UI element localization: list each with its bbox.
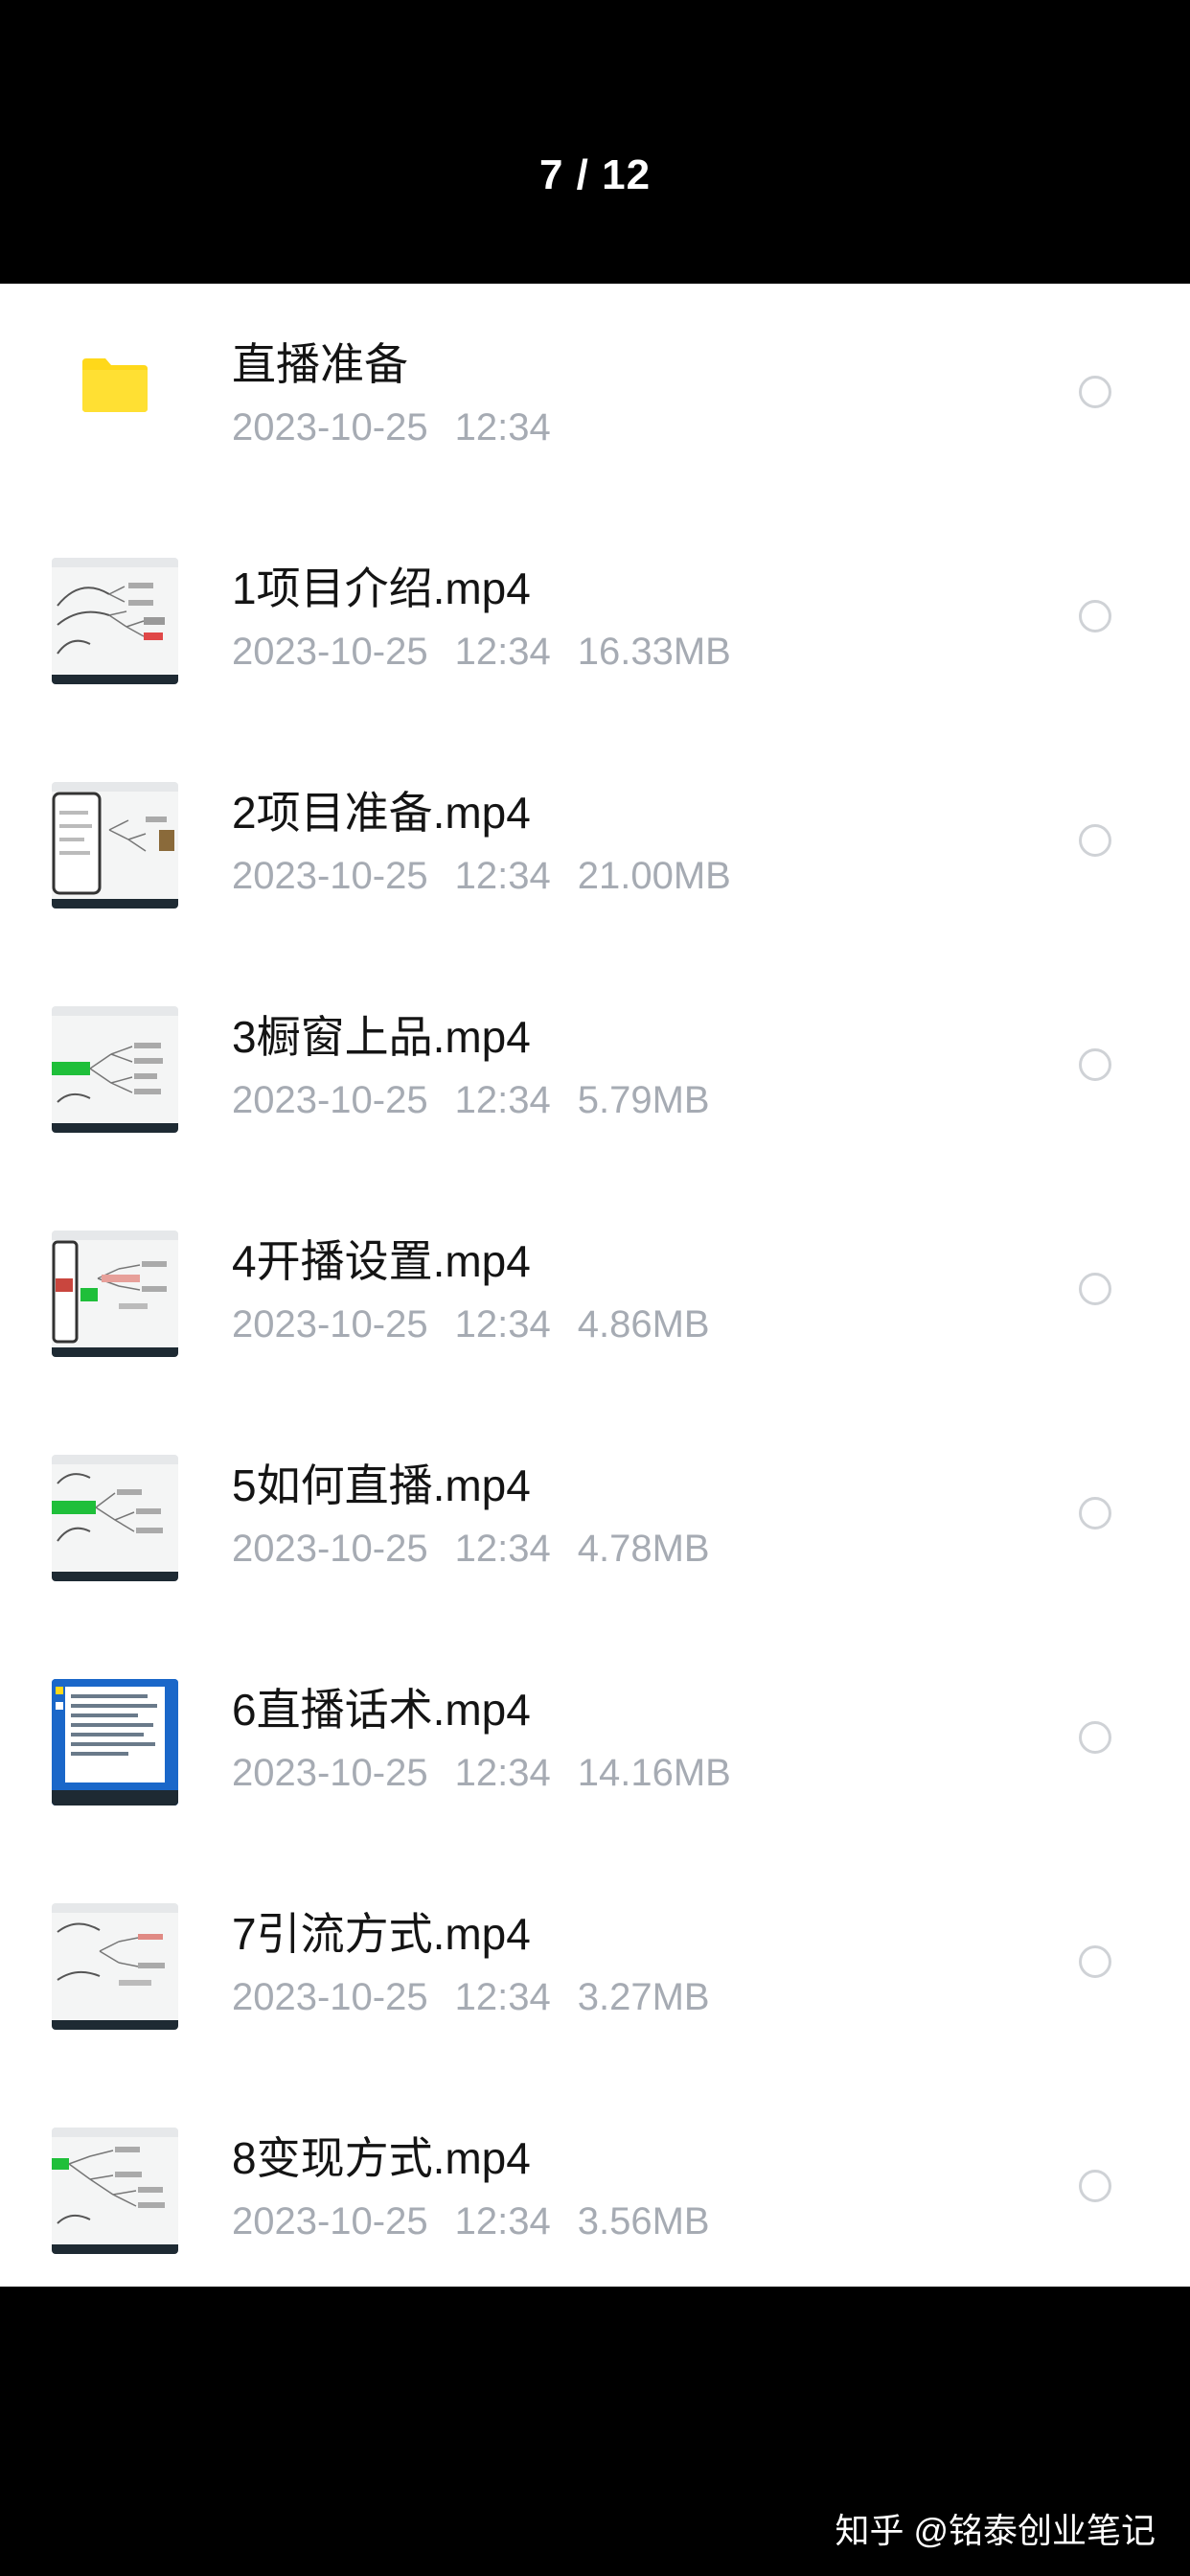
video-thumbnail xyxy=(52,782,178,908)
file-meta: 2023-10-25 12:34 16.33MB xyxy=(232,631,731,674)
list-item-video[interactable]: 6直播话术.mp4 2023-10-25 12:34 14.16MB xyxy=(0,1629,1190,1853)
file-time: 12:34 xyxy=(454,2200,551,2242)
file-size: 16.33MB xyxy=(577,631,731,673)
file-size: 5.79MB xyxy=(577,1079,710,1121)
file-size: 14.16MB xyxy=(577,1752,731,1794)
file-time: 12:34 xyxy=(454,1528,551,1570)
file-date: 2023-10-25 xyxy=(232,406,428,448)
file-time: 12:34 xyxy=(454,631,551,673)
file-date: 2023-10-25 xyxy=(232,631,428,673)
file-date: 2023-10-25 xyxy=(232,855,428,897)
list-item-video[interactable]: 2项目准备.mp4 2023-10-25 12:34 21.00MB xyxy=(0,732,1190,956)
file-size: 3.27MB xyxy=(577,1976,710,2018)
file-time: 12:34 xyxy=(454,1752,551,1794)
file-meta: 2023-10-25 12:34 xyxy=(232,406,551,449)
file-name: 直播准备 xyxy=(232,339,408,389)
file-meta: 2023-10-25 12:34 4.78MB xyxy=(232,1528,710,1571)
page-counter: 7 / 12 xyxy=(538,151,652,198)
file-meta: 2023-10-25 12:34 14.16MB xyxy=(232,1752,731,1795)
file-date: 2023-10-25 xyxy=(232,1752,428,1794)
file-size: 3.56MB xyxy=(577,2200,710,2242)
select-radio[interactable] xyxy=(1079,1945,1111,1978)
file-list: 直播准备 2023-10-25 12:34 1项目介绍.mp4 2023-10-… xyxy=(0,284,1190,2287)
file-meta: 2023-10-25 12:34 4.86MB xyxy=(232,1303,710,1346)
file-name: 6直播话术.mp4 xyxy=(232,1685,531,1735)
top-bar: 7 / 12 xyxy=(0,0,1190,284)
file-name: 7引流方式.mp4 xyxy=(232,1909,531,1959)
file-date: 2023-10-25 xyxy=(232,1303,428,1346)
file-meta: 2023-10-25 12:34 21.00MB xyxy=(232,855,731,898)
file-name: 3橱窗上品.mp4 xyxy=(232,1012,531,1062)
list-item-video[interactable]: 4开播设置.mp4 2023-10-25 12:34 4.86MB xyxy=(0,1181,1190,1405)
file-date: 2023-10-25 xyxy=(232,1079,428,1121)
file-meta: 2023-10-25 12:34 3.27MB xyxy=(232,1976,710,2019)
video-thumbnail xyxy=(52,1903,178,2030)
file-time: 12:34 xyxy=(454,1303,551,1346)
select-radio[interactable] xyxy=(1079,376,1111,408)
list-item-video[interactable]: 1项目介绍.mp4 2023-10-25 12:34 16.33MB xyxy=(0,508,1190,732)
file-name: 2项目准备.mp4 xyxy=(232,788,531,838)
file-size: 4.78MB xyxy=(577,1528,710,1570)
file-date: 2023-10-25 xyxy=(232,2200,428,2242)
file-time: 12:34 xyxy=(454,855,551,897)
list-item-folder[interactable]: 直播准备 2023-10-25 12:34 xyxy=(0,284,1190,508)
file-date: 2023-10-25 xyxy=(232,1976,428,2018)
file-size: 4.86MB xyxy=(577,1303,710,1346)
video-thumbnail xyxy=(52,2128,178,2254)
folder-icon xyxy=(79,356,151,414)
file-name: 5如何直播.mp4 xyxy=(232,1460,531,1510)
video-thumbnail xyxy=(52,1230,178,1357)
file-meta: 2023-10-25 12:34 3.56MB xyxy=(232,2200,710,2243)
file-date: 2023-10-25 xyxy=(232,1528,428,1570)
file-name: 4开播设置.mp4 xyxy=(232,1236,531,1286)
file-picker-screen: 7 / 12 直播准备 2023-10-25 12:34 1项目介绍.mp4 2… xyxy=(0,0,1190,2576)
video-thumbnail xyxy=(52,1455,178,1581)
video-thumbnail xyxy=(52,1006,178,1133)
video-thumbnail xyxy=(52,1679,178,1806)
file-size: 21.00MB xyxy=(577,855,731,897)
select-radio[interactable] xyxy=(1079,1273,1111,1305)
select-radio[interactable] xyxy=(1079,824,1111,857)
file-name: 8变现方式.mp4 xyxy=(232,2133,531,2183)
select-radio[interactable] xyxy=(1079,1721,1111,1754)
list-item-video[interactable]: 8变现方式.mp4 2023-10-25 12:34 3.56MB xyxy=(0,2078,1190,2302)
file-meta: 2023-10-25 12:34 5.79MB xyxy=(232,1079,710,1122)
file-time: 12:34 xyxy=(454,406,551,448)
watermark-text: 知乎 @铭泰创业笔记 xyxy=(835,2511,1156,2550)
file-time: 12:34 xyxy=(454,1079,551,1121)
select-radio[interactable] xyxy=(1079,2170,1111,2202)
file-time: 12:34 xyxy=(454,1976,551,2018)
video-thumbnail xyxy=(52,558,178,684)
list-item-video[interactable]: 5如何直播.mp4 2023-10-25 12:34 4.78MB xyxy=(0,1405,1190,1629)
select-radio[interactable] xyxy=(1079,600,1111,632)
file-name: 1项目介绍.mp4 xyxy=(232,564,531,613)
list-item-video[interactable]: 3橱窗上品.mp4 2023-10-25 12:34 5.79MB xyxy=(0,956,1190,1181)
list-item-video[interactable]: 7引流方式.mp4 2023-10-25 12:34 3.27MB xyxy=(0,1853,1190,2078)
select-radio[interactable] xyxy=(1079,1497,1111,1530)
select-radio[interactable] xyxy=(1079,1048,1111,1081)
